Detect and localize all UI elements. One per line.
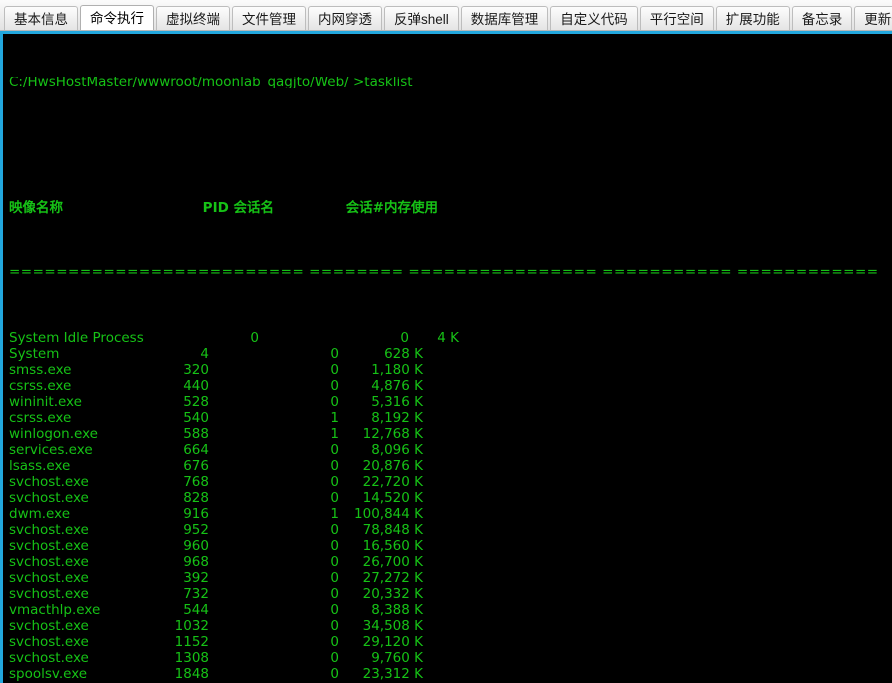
- tab-9[interactable]: 扩展功能: [715, 6, 790, 30]
- table-row: spoolsv.exe 1848 0 23,312 K: [9, 666, 892, 682]
- table-row: csrss.exe 440 0 4,876 K: [9, 378, 892, 394]
- process-memory: 20,332 K: [362, 586, 423, 602]
- process-memory: 29,120 K: [362, 634, 423, 650]
- tasklist-header-row: 映像名称 PID 会话名 会话#内存使用: [9, 200, 892, 216]
- process-memory: 9,760 K: [371, 650, 423, 666]
- process-memory: 78,848 K: [362, 522, 423, 538]
- tab-bar: 基本信息 命令执行 虚拟终端 文件管理 内网穿透 反弹shell 数据库管理 自定义代码 平行空…: [0, 0, 892, 31]
- table-row: services.exe 664 0 8,096 K: [9, 442, 892, 458]
- terminal-output[interactable]: C:/HwsHostMaster/wwwroot/moonlab_qagjto/…: [3, 34, 892, 683]
- table-row: svchost.exe 1152 0 29,120 K: [9, 634, 892, 650]
- process-memory: 8,388 K: [371, 602, 423, 618]
- process-memory: 22,720 K: [362, 474, 423, 490]
- table-row: System Idle Process 0 0 4 K: [9, 330, 892, 346]
- tab-2[interactable]: 虚拟终端: [156, 6, 230, 30]
- tab-4[interactable]: 内网穿透: [308, 6, 382, 30]
- process-memory: 628 K: [384, 346, 423, 362]
- terminal-panel[interactable]: C:/HwsHostMaster/wwwroot/moonlab_qagjto/…: [0, 31, 892, 683]
- tab-1[interactable]: 命令执行: [80, 5, 154, 30]
- table-row: System 4 0 628 K: [9, 346, 892, 362]
- table-row: svchost.exe 732 0 20,332 K: [9, 586, 892, 602]
- table-row: svchost.exe 960 0 16,560 K: [9, 538, 892, 554]
- table-row: lsass.exe 676 0 20,876 K: [9, 458, 892, 474]
- tab-3[interactable]: 文件管理: [232, 6, 306, 30]
- tasklist-separator: ========================= ======== =====…: [9, 264, 879, 280]
- process-memory: 8,096 K: [371, 442, 423, 458]
- tab-0[interactable]: 基本信息: [4, 6, 78, 30]
- header-memory: 内存使用: [384, 200, 438, 216]
- header-pid-session: PID 会话名: [202, 200, 274, 216]
- process-memory: 34,508 K: [362, 618, 423, 634]
- table-row: smss.exe 320 0 1,180 K: [9, 362, 892, 378]
- table-row: winlogon.exe 588 1 12,768 K: [9, 426, 892, 442]
- table-row: svchost.exe 952 0 78,848 K: [9, 522, 892, 538]
- process-memory: 5,316 K: [371, 394, 423, 410]
- tab-5[interactable]: 反弹shell: [384, 6, 459, 30]
- table-row: svchost.exe 1308 0 9,760 K: [9, 650, 892, 666]
- table-row: svchost.exe 828 0 14,520 K: [9, 490, 892, 506]
- process-memory: 4,876 K: [371, 378, 423, 394]
- process-memory: 27,272 K: [362, 570, 423, 586]
- header-session: 会话#: [345, 200, 384, 216]
- tab-8[interactable]: 平行空间: [639, 6, 714, 30]
- tab-11[interactable]: 更新信息: [854, 6, 892, 30]
- process-memory: 16,560 K: [362, 538, 423, 554]
- table-row: csrss.exe 540 1 8,192 K: [9, 410, 892, 426]
- table-row: svchost.exe 392 0 27,272 K: [9, 570, 892, 586]
- process-memory: 20,876 K: [362, 458, 423, 474]
- table-row: wininit.exe 528 0 5,316 K: [9, 394, 892, 410]
- process-memory: 4 K: [437, 330, 459, 346]
- process-memory: 8,192 K: [371, 410, 423, 426]
- tab-10[interactable]: 备忘录: [791, 6, 853, 30]
- table-row: vmacthlp.exe 544 0 8,388 K: [9, 602, 892, 618]
- tasklist-rows: System Idle Process 0 0 4 K System 4 0 628 Ksms…: [9, 330, 892, 683]
- terminal-command-line: C:/HwsHostMaster/wwwroot/moonlab_qagjto/…: [9, 77, 413, 88]
- tab-7[interactable]: 自定义代码: [550, 6, 638, 30]
- process-memory: 100,844 K: [354, 506, 423, 522]
- tab-6[interactable]: 数据库管理: [460, 6, 549, 30]
- table-row: dwm.exe 916 1 100,844 K: [9, 506, 892, 522]
- header-image-name: 映像名称: [9, 200, 63, 216]
- process-memory: 14,520 K: [362, 490, 423, 506]
- table-row: svchost.exe 1032 0 34,508 K: [9, 618, 892, 634]
- process-memory: 23,312 K: [362, 666, 423, 682]
- table-row: svchost.exe 968 0 26,700 K: [9, 554, 892, 570]
- table-row: svchost.exe 768 0 22,720 K: [9, 474, 892, 490]
- process-memory: 1,180 K: [371, 362, 423, 378]
- process-memory: 26,700 K: [362, 554, 423, 570]
- process-memory: 12,768 K: [362, 426, 423, 442]
